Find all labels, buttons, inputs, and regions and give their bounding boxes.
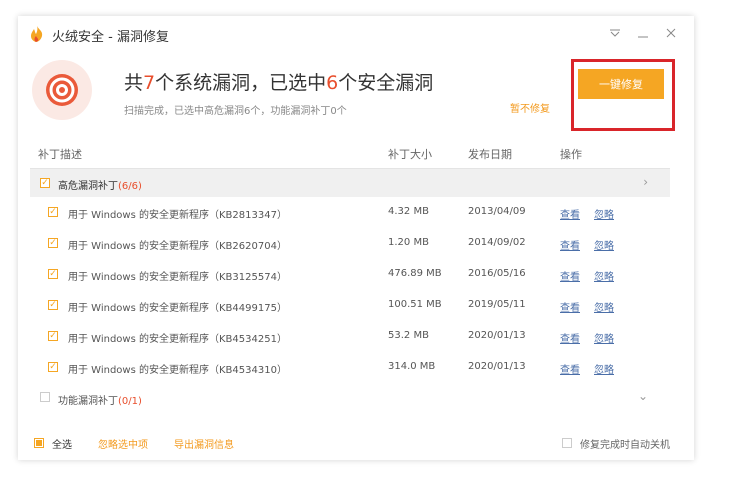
one-click-fix-button[interactable]: 一键修复 xyxy=(578,69,664,99)
release-date: 2013/04/09 xyxy=(468,206,526,217)
patch-description: 用于 Windows 的安全更新程序（KB2620704） xyxy=(68,241,287,252)
release-date: 2020/01/13 xyxy=(468,330,526,341)
patch-size: 1.20 MB xyxy=(388,237,429,248)
export-info-link[interactable]: 导出漏洞信息 xyxy=(174,436,234,451)
row-checkbox[interactable] xyxy=(48,238,58,248)
flame-logo-icon xyxy=(31,26,43,42)
chevron-right-icon[interactable]: › xyxy=(643,175,648,189)
chevron-down-icon xyxy=(610,29,620,37)
view-link[interactable]: 查看 xyxy=(560,268,580,283)
row-checkbox[interactable] xyxy=(48,269,58,279)
ignore-link[interactable]: 忽略 xyxy=(594,268,614,283)
target-icon xyxy=(46,74,78,106)
view-link[interactable]: 查看 xyxy=(560,361,580,376)
skip-fix-link[interactable]: 暂不修复 xyxy=(510,100,550,115)
auto-shutdown-label: 修复完成时自动关机 xyxy=(580,440,670,451)
column-header: 补丁大小 xyxy=(388,148,432,161)
view-link[interactable]: 查看 xyxy=(560,237,580,252)
vulnerability-badge xyxy=(32,60,92,120)
group-label: 高危漏洞补丁(6/6) xyxy=(58,181,142,192)
patch-description: 用于 Windows 的安全更新程序（KB4534251） xyxy=(68,334,287,345)
chevron-down-icon[interactable]: ⌄ xyxy=(638,389,648,403)
ignore-link[interactable]: 忽略 xyxy=(594,299,614,314)
patch-size: 100.51 MB xyxy=(388,299,442,310)
release-date: 2020/01/13 xyxy=(468,361,526,372)
ignore-selected-link[interactable]: 忽略选中项 xyxy=(98,436,148,451)
column-header: 发布日期 xyxy=(468,148,512,161)
close-icon xyxy=(666,28,676,38)
patch-size: 4.32 MB xyxy=(388,206,429,217)
minimize-icon xyxy=(638,36,648,38)
release-date: 2014/09/02 xyxy=(468,237,526,248)
title-bar[interactable]: 火绒安全 - 漏洞修复 xyxy=(18,16,694,50)
summary-headline: 共7个系统漏洞，已选中6个安全漏洞 xyxy=(124,72,434,94)
menu-button[interactable] xyxy=(604,22,626,44)
ignore-link[interactable]: 忽略 xyxy=(594,361,614,376)
group-row-critical[interactable]: 高危漏洞补丁(6/6) › xyxy=(30,169,670,197)
window-title: 火绒安全 - 漏洞修复 xyxy=(52,30,169,45)
ignore-link[interactable]: 忽略 xyxy=(594,206,614,221)
patch-description: 用于 Windows 的安全更新程序（KB4499175） xyxy=(68,303,287,314)
close-button[interactable] xyxy=(660,22,682,44)
table-row[interactable]: 用于 Windows 的安全更新程序（KB3125574） 476.89 MB 20… xyxy=(30,259,670,290)
column-header: 补丁描述 xyxy=(38,148,82,161)
row-checkbox[interactable] xyxy=(48,331,58,341)
row-checkbox[interactable] xyxy=(48,300,58,310)
table-row[interactable]: 用于 Windows 的安全更新程序（KB4534251） 53.2 MB 2020… xyxy=(30,321,670,352)
table-row[interactable]: 用于 Windows 的安全更新程序（KB2813347） 4.32 MB 2013… xyxy=(30,197,670,228)
patch-list: 用于 Windows 的安全更新程序（KB2813347） 4.32 MB 2013… xyxy=(30,197,670,383)
auto-shutdown-checkbox[interactable] xyxy=(562,438,572,448)
patch-size: 476.89 MB xyxy=(388,268,442,279)
column-header: 操作 xyxy=(560,148,582,161)
table-row[interactable]: 用于 Windows 的安全更新程序（KB4534310） 314.0 MB 202… xyxy=(30,352,670,383)
patch-size: 53.2 MB xyxy=(388,330,429,341)
view-link[interactable]: 查看 xyxy=(560,206,580,221)
patch-description: 用于 Windows 的安全更新程序（KB3125574） xyxy=(68,272,287,283)
table-row[interactable]: 用于 Windows 的安全更新程序（KB4499175） 100.51 MB 20… xyxy=(30,290,670,321)
main-window: 火绒安全 - 漏洞修复 共7个系统漏洞，已选中6个安全漏洞 扫描完成，已选中高危… xyxy=(18,16,694,460)
row-checkbox[interactable] xyxy=(48,207,58,217)
table-row[interactable]: 用于 Windows 的安全更新程序（KB2620704） 1.20 MB 2014… xyxy=(30,228,670,259)
group-row-function[interactable]: 功能漏洞补丁(0/1) ⌄ xyxy=(30,383,670,411)
minimize-button[interactable] xyxy=(632,22,654,44)
select-all-checkbox[interactable] xyxy=(34,438,44,448)
total-count: 7 xyxy=(143,72,156,94)
patch-description: 用于 Windows 的安全更新程序（KB2813347） xyxy=(68,210,287,221)
patch-description: 用于 Windows 的安全更新程序（KB4534310） xyxy=(68,365,287,376)
ignore-link[interactable]: 忽略 xyxy=(594,237,614,252)
release-date: 2016/05/16 xyxy=(468,268,526,279)
release-date: 2019/05/11 xyxy=(468,299,526,310)
table-header: 补丁描述 补丁大小 发布日期 操作 xyxy=(30,138,670,169)
view-link[interactable]: 查看 xyxy=(560,330,580,345)
ignore-link[interactable]: 忽略 xyxy=(594,330,614,345)
row-checkbox[interactable] xyxy=(48,362,58,372)
group-checkbox[interactable] xyxy=(40,178,50,188)
scan-summary: 共7个系统漏洞，已选中6个安全漏洞 扫描完成，已选中高危漏洞6个，功能漏洞补丁0… xyxy=(18,50,694,138)
patch-table: 补丁描述 补丁大小 发布日期 操作 高危漏洞补丁(6/6) › 用于 Windo… xyxy=(30,138,670,411)
group-label: 功能漏洞补丁(0/1) xyxy=(58,396,142,407)
selected-count: 6 xyxy=(326,72,339,94)
group-checkbox[interactable] xyxy=(40,392,50,402)
view-link[interactable]: 查看 xyxy=(560,299,580,314)
patch-size: 314.0 MB xyxy=(388,361,436,372)
summary-subtitle: 扫描完成，已选中高危漏洞6个，功能漏洞补丁0个 xyxy=(124,106,347,117)
select-all-label[interactable]: 全选 xyxy=(52,436,72,451)
footer-bar: 全选 忽略选中项 导出漏洞信息 修复完成时自动关机 xyxy=(18,428,694,460)
